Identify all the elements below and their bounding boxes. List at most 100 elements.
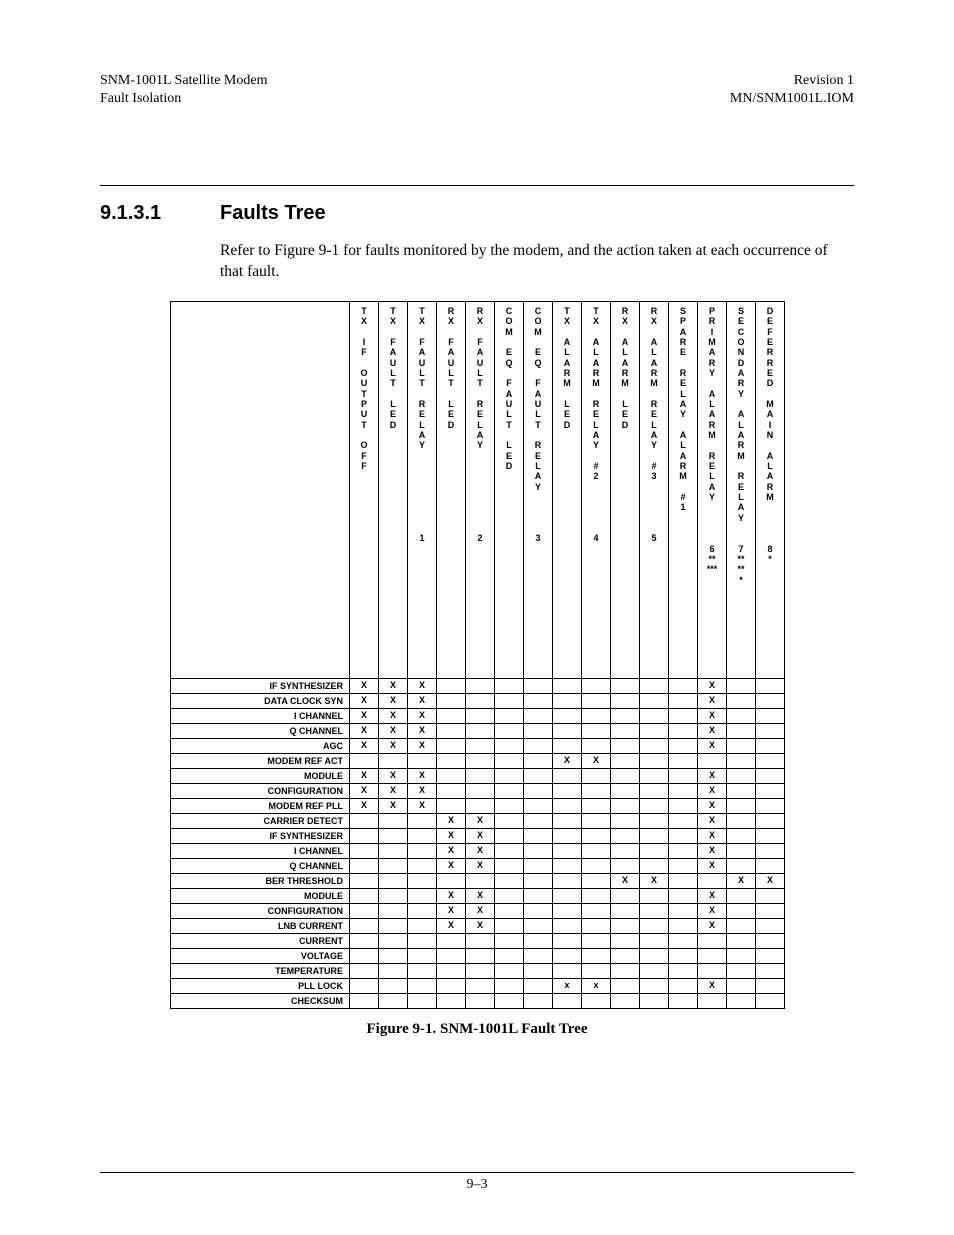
row-label: MODEM REF ACT (171, 753, 350, 768)
table-cell (466, 678, 495, 693)
table-cell (582, 678, 611, 693)
table-cell (466, 963, 495, 978)
table-cell (553, 678, 582, 693)
table-cell (582, 813, 611, 828)
table-cell (553, 768, 582, 783)
page-footer: 9–3 (100, 1172, 854, 1193)
table-cell (524, 693, 553, 708)
row-label: CHECKSUM (171, 993, 350, 1008)
table-cell (379, 888, 408, 903)
table-cell: X (350, 693, 379, 708)
table-cell (553, 963, 582, 978)
table-cell (640, 963, 669, 978)
table-cell (524, 768, 553, 783)
table-cell (582, 993, 611, 1008)
table-cell: X (698, 843, 727, 858)
table-cell (582, 708, 611, 723)
table-cell (727, 723, 756, 738)
table-cell (437, 948, 466, 963)
table-cell (640, 858, 669, 873)
table-cell (495, 693, 524, 708)
table-cell (495, 828, 524, 843)
table-cell (408, 993, 437, 1008)
table-cell (756, 753, 785, 768)
table-cell (640, 843, 669, 858)
table-cell (350, 873, 379, 888)
table-cell (495, 843, 524, 858)
table-cell (350, 828, 379, 843)
column-header: COM EQ FAULT RELAY 3 (524, 301, 553, 678)
table-cell (640, 723, 669, 738)
table-cell (756, 708, 785, 723)
table-cell (495, 813, 524, 828)
table-cell (756, 693, 785, 708)
table-cell (495, 873, 524, 888)
table-cell (495, 858, 524, 873)
table-cell: X (437, 903, 466, 918)
table-cell (437, 768, 466, 783)
table-cell (524, 723, 553, 738)
table-cell: X (379, 693, 408, 708)
table-cell (756, 828, 785, 843)
table-cell (669, 858, 698, 873)
header-right-line1: Revision 1 (730, 72, 854, 90)
table-cell (466, 873, 495, 888)
table-cell: X (350, 723, 379, 738)
table-cell: X (698, 768, 727, 783)
table-cell: X (379, 798, 408, 813)
table-cell (437, 678, 466, 693)
table-cell: x (582, 978, 611, 993)
row-label: CONFIGURATION (171, 903, 350, 918)
figure-caption: Figure 9-1. SNM-1001L Fault Tree (100, 1021, 854, 1038)
table-cell (611, 933, 640, 948)
table-cell (727, 888, 756, 903)
row-label: IF SYNTHESIZER (171, 678, 350, 693)
page-number: 9–3 (100, 1177, 854, 1193)
table-cell (350, 843, 379, 858)
table-cell (437, 723, 466, 738)
table-cell (640, 828, 669, 843)
table-cell (524, 888, 553, 903)
table-cell (495, 948, 524, 963)
row-label: AGC (171, 738, 350, 753)
table-cell (727, 813, 756, 828)
table-cell (727, 783, 756, 798)
table-cell (408, 813, 437, 828)
row-label: VOLTAGE (171, 948, 350, 963)
table-cell (640, 753, 669, 768)
footer-rule (100, 1172, 854, 1173)
page: SNM-1001L Satellite Modem Fault Isolatio… (0, 0, 954, 1235)
column-header: TX ALARM RELAY #2 4 (582, 301, 611, 678)
row-label: LNB CURRENT (171, 918, 350, 933)
table-cell (408, 918, 437, 933)
table-row: IF SYNTHESIZERXXX (171, 828, 785, 843)
table-cell (611, 963, 640, 978)
table-cell (495, 753, 524, 768)
table-cell (524, 828, 553, 843)
table-cell: X (727, 873, 756, 888)
table-cell (466, 738, 495, 753)
table-cell (582, 723, 611, 738)
row-label: CARRIER DETECT (171, 813, 350, 828)
table-cell (640, 738, 669, 753)
table-cell (495, 768, 524, 783)
table-cell (495, 918, 524, 933)
row-label: DATA CLOCK SYN (171, 693, 350, 708)
table-cell (553, 738, 582, 753)
column-header: SECONDARY ALARM RELAY 7***** (727, 301, 756, 678)
table-cell (669, 963, 698, 978)
table-cell: X (611, 873, 640, 888)
table-cell (698, 948, 727, 963)
table-cell (582, 858, 611, 873)
table-cell (379, 918, 408, 933)
table-cell: X (350, 678, 379, 693)
table-cell: X (698, 693, 727, 708)
table-cell: x (553, 978, 582, 993)
table-cell (437, 873, 466, 888)
header-right-line2: MN/SNM1001L.IOM (730, 90, 854, 108)
column-header: TX IF OUTPUT OFF (350, 301, 379, 678)
table-cell (698, 873, 727, 888)
table-cell: X (466, 858, 495, 873)
table-cell (756, 978, 785, 993)
table-cell (553, 918, 582, 933)
